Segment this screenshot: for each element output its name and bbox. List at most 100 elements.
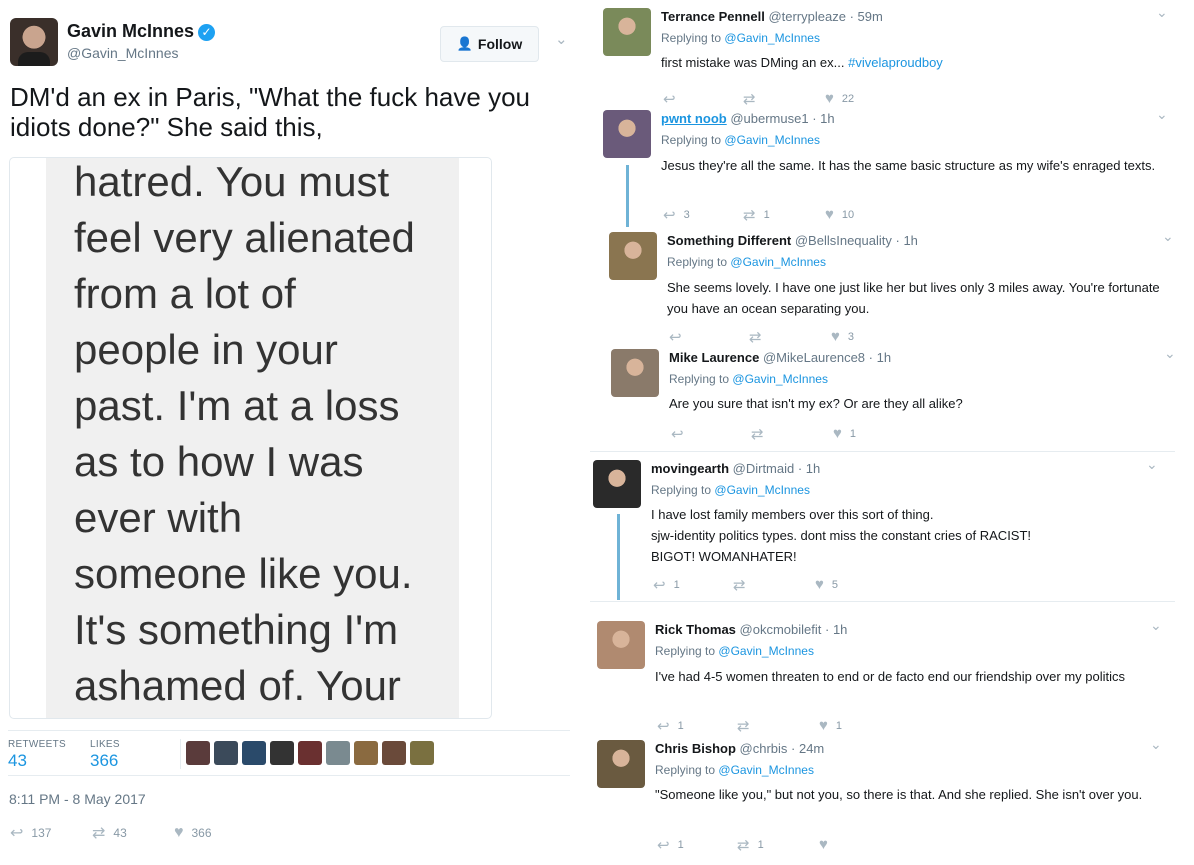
reply-author-handle[interactable]: @MikeLaurence8 (763, 350, 865, 365)
retweet-action[interactable]: ⇄ 1 (743, 206, 770, 224)
reply-timestamp[interactable]: 1h (833, 622, 847, 637)
like-action[interactable]: ♥ 10 (825, 206, 854, 223)
reply-author-name[interactable]: Mike Laurence (669, 350, 759, 365)
heart-icon: ♥ (819, 836, 828, 853)
liker-avatar[interactable] (270, 741, 294, 765)
mention-link[interactable]: @Gavin_McInnes (718, 644, 814, 658)
chevron-down-icon[interactable]: ⌄ (1164, 345, 1176, 362)
main-tweet: Gavin McInnes ✓ @Gavin_McInnes 👤 Follow ⌄… (0, 0, 580, 865)
reply-text-body: Are you sure that isn't my ex? Or are th… (669, 396, 963, 411)
reply-action[interactable]: ↩ (669, 328, 690, 346)
mention-link[interactable]: @Gavin_McInnes (714, 483, 810, 497)
chevron-down-icon[interactable]: ⌄ (1146, 456, 1158, 473)
reply-timestamp[interactable]: 1h (877, 350, 891, 365)
chevron-down-icon[interactable]: ⌄ (1156, 4, 1168, 21)
author-handle[interactable]: @Gavin_McInnes (67, 45, 178, 61)
retweet-action[interactable]: ⇄ 43 (92, 823, 174, 843)
reply-action[interactable]: ↩ (663, 90, 684, 108)
reply-timestamp[interactable]: 1h (806, 461, 820, 476)
avatar[interactable] (609, 232, 657, 280)
avatar[interactable] (597, 621, 645, 669)
like-action[interactable]: ♥ 1 (833, 425, 856, 442)
mention-link[interactable]: @Gavin_McInnes (724, 31, 820, 45)
reply-timestamp[interactable]: 24m (799, 741, 824, 756)
chevron-down-icon[interactable]: ⌄ (1150, 736, 1162, 753)
mention-link[interactable]: @Gavin_McInnes (724, 133, 820, 147)
reply-author-handle[interactable]: @chrbis (740, 741, 788, 756)
retweet-action[interactable]: ⇄ (749, 328, 770, 346)
reply-count: 1 (677, 720, 684, 732)
reply-author-handle[interactable]: @BellsInequality (795, 233, 892, 248)
reply-text-line: BIGOT! WOMANHATER! (651, 549, 797, 564)
reply-author-name[interactable]: Something Different (667, 233, 791, 248)
liker-avatar[interactable] (382, 741, 406, 765)
avatar[interactable] (603, 110, 651, 158)
add-user-icon: 👤 (456, 36, 473, 51)
reply-author-handle[interactable]: @Dirtmaid (733, 461, 795, 476)
author-name-text[interactable]: Gavin McInnes (67, 21, 194, 41)
avatar[interactable] (593, 460, 641, 508)
reply-timestamp[interactable]: 1h (903, 233, 917, 248)
chevron-down-icon[interactable]: ⌄ (1150, 617, 1162, 634)
mention-link[interactable]: @Gavin_McInnes (732, 372, 828, 386)
chevron-down-icon[interactable]: ⌄ (555, 30, 568, 48)
reply-action[interactable]: ↩ 1 (657, 717, 684, 735)
liker-avatar[interactable] (186, 741, 210, 765)
reply-author-name[interactable]: pwnt noob (661, 111, 727, 126)
reply-action[interactable]: ↩ 3 (663, 206, 690, 224)
reply-author-name[interactable]: Rick Thomas (655, 622, 736, 637)
thread-connector (617, 514, 620, 600)
reply-icon: ↩ (10, 825, 24, 842)
reply-author-name[interactable]: movingearth (651, 461, 729, 476)
avatar[interactable] (611, 349, 659, 397)
retweets-count[interactable]: 43 (8, 751, 27, 771)
tweet-timestamp[interactable]: 8:11 PM - 8 May 2017 (9, 791, 146, 807)
reply-icon: ↩ (663, 91, 676, 108)
chevron-down-icon[interactable]: ⌄ (1162, 228, 1174, 245)
chevron-down-icon[interactable]: ⌄ (1156, 106, 1168, 123)
liker-avatar[interactable] (242, 741, 266, 765)
liker-avatar[interactable] (298, 741, 322, 765)
hashtag-link[interactable]: #vivelaproudboy (848, 55, 943, 70)
reply-author-name[interactable]: Chris Bishop (655, 741, 736, 756)
mention-link[interactable]: @Gavin_McInnes (730, 255, 826, 269)
divider (180, 739, 181, 769)
retweet-action[interactable]: ⇄ (737, 717, 758, 735)
like-action[interactable]: ♥ (819, 836, 836, 853)
avatar[interactable] (10, 18, 58, 66)
reply-timestamp[interactable]: 59m (858, 9, 883, 24)
retweet-action[interactable]: ⇄ (733, 576, 754, 594)
separator-dot: · (808, 111, 821, 126)
reply-timestamp[interactable]: 1h (820, 111, 834, 126)
likes-count[interactable]: 366 (90, 751, 118, 771)
reply-action[interactable]: ↩ 1 (657, 836, 684, 854)
reply-author-handle[interactable]: @terrypleaze (768, 9, 846, 24)
retweet-action[interactable]: ⇄ 1 (737, 836, 764, 854)
avatar[interactable] (597, 740, 645, 788)
reply-count: 1 (673, 579, 680, 591)
retweet-action[interactable]: ⇄ (743, 90, 764, 108)
like-action[interactable]: ♥ 3 (831, 328, 854, 345)
mention-link[interactable]: @Gavin_McInnes (718, 763, 814, 777)
like-action[interactable]: ♥ 1 (819, 717, 842, 734)
reply-author-name[interactable]: Terrance Pennell (661, 9, 765, 24)
avatar[interactable] (603, 8, 651, 56)
liker-avatar[interactable] (410, 741, 434, 765)
reply-action[interactable]: ↩ 1 (653, 576, 680, 594)
liker-avatar[interactable] (354, 741, 378, 765)
reply-author-handle[interactable]: @okcmobilefit (740, 622, 822, 637)
retweet-action[interactable]: ⇄ (751, 425, 772, 443)
author-name[interactable]: Gavin McInnes ✓ (67, 21, 216, 42)
follow-button[interactable]: 👤 Follow (440, 26, 539, 62)
retweet-icon: ⇄ (743, 91, 756, 108)
reply-author-handle[interactable]: @ubermuse1 (730, 111, 808, 126)
reply-action[interactable]: ↩ 137 (10, 823, 92, 843)
liker-avatar[interactable] (214, 741, 238, 765)
like-action[interactable]: ♥ 22 (825, 90, 854, 107)
liker-avatar[interactable] (326, 741, 350, 765)
reply-action[interactable]: ↩ (671, 425, 692, 443)
attached-image[interactable]: hatred. You must feel very alienated fro… (9, 157, 492, 719)
like-action[interactable]: ♥ 366 (174, 823, 212, 843)
retweets-label: RETWEETS (8, 739, 66, 750)
like-action[interactable]: ♥ 5 (815, 576, 838, 593)
